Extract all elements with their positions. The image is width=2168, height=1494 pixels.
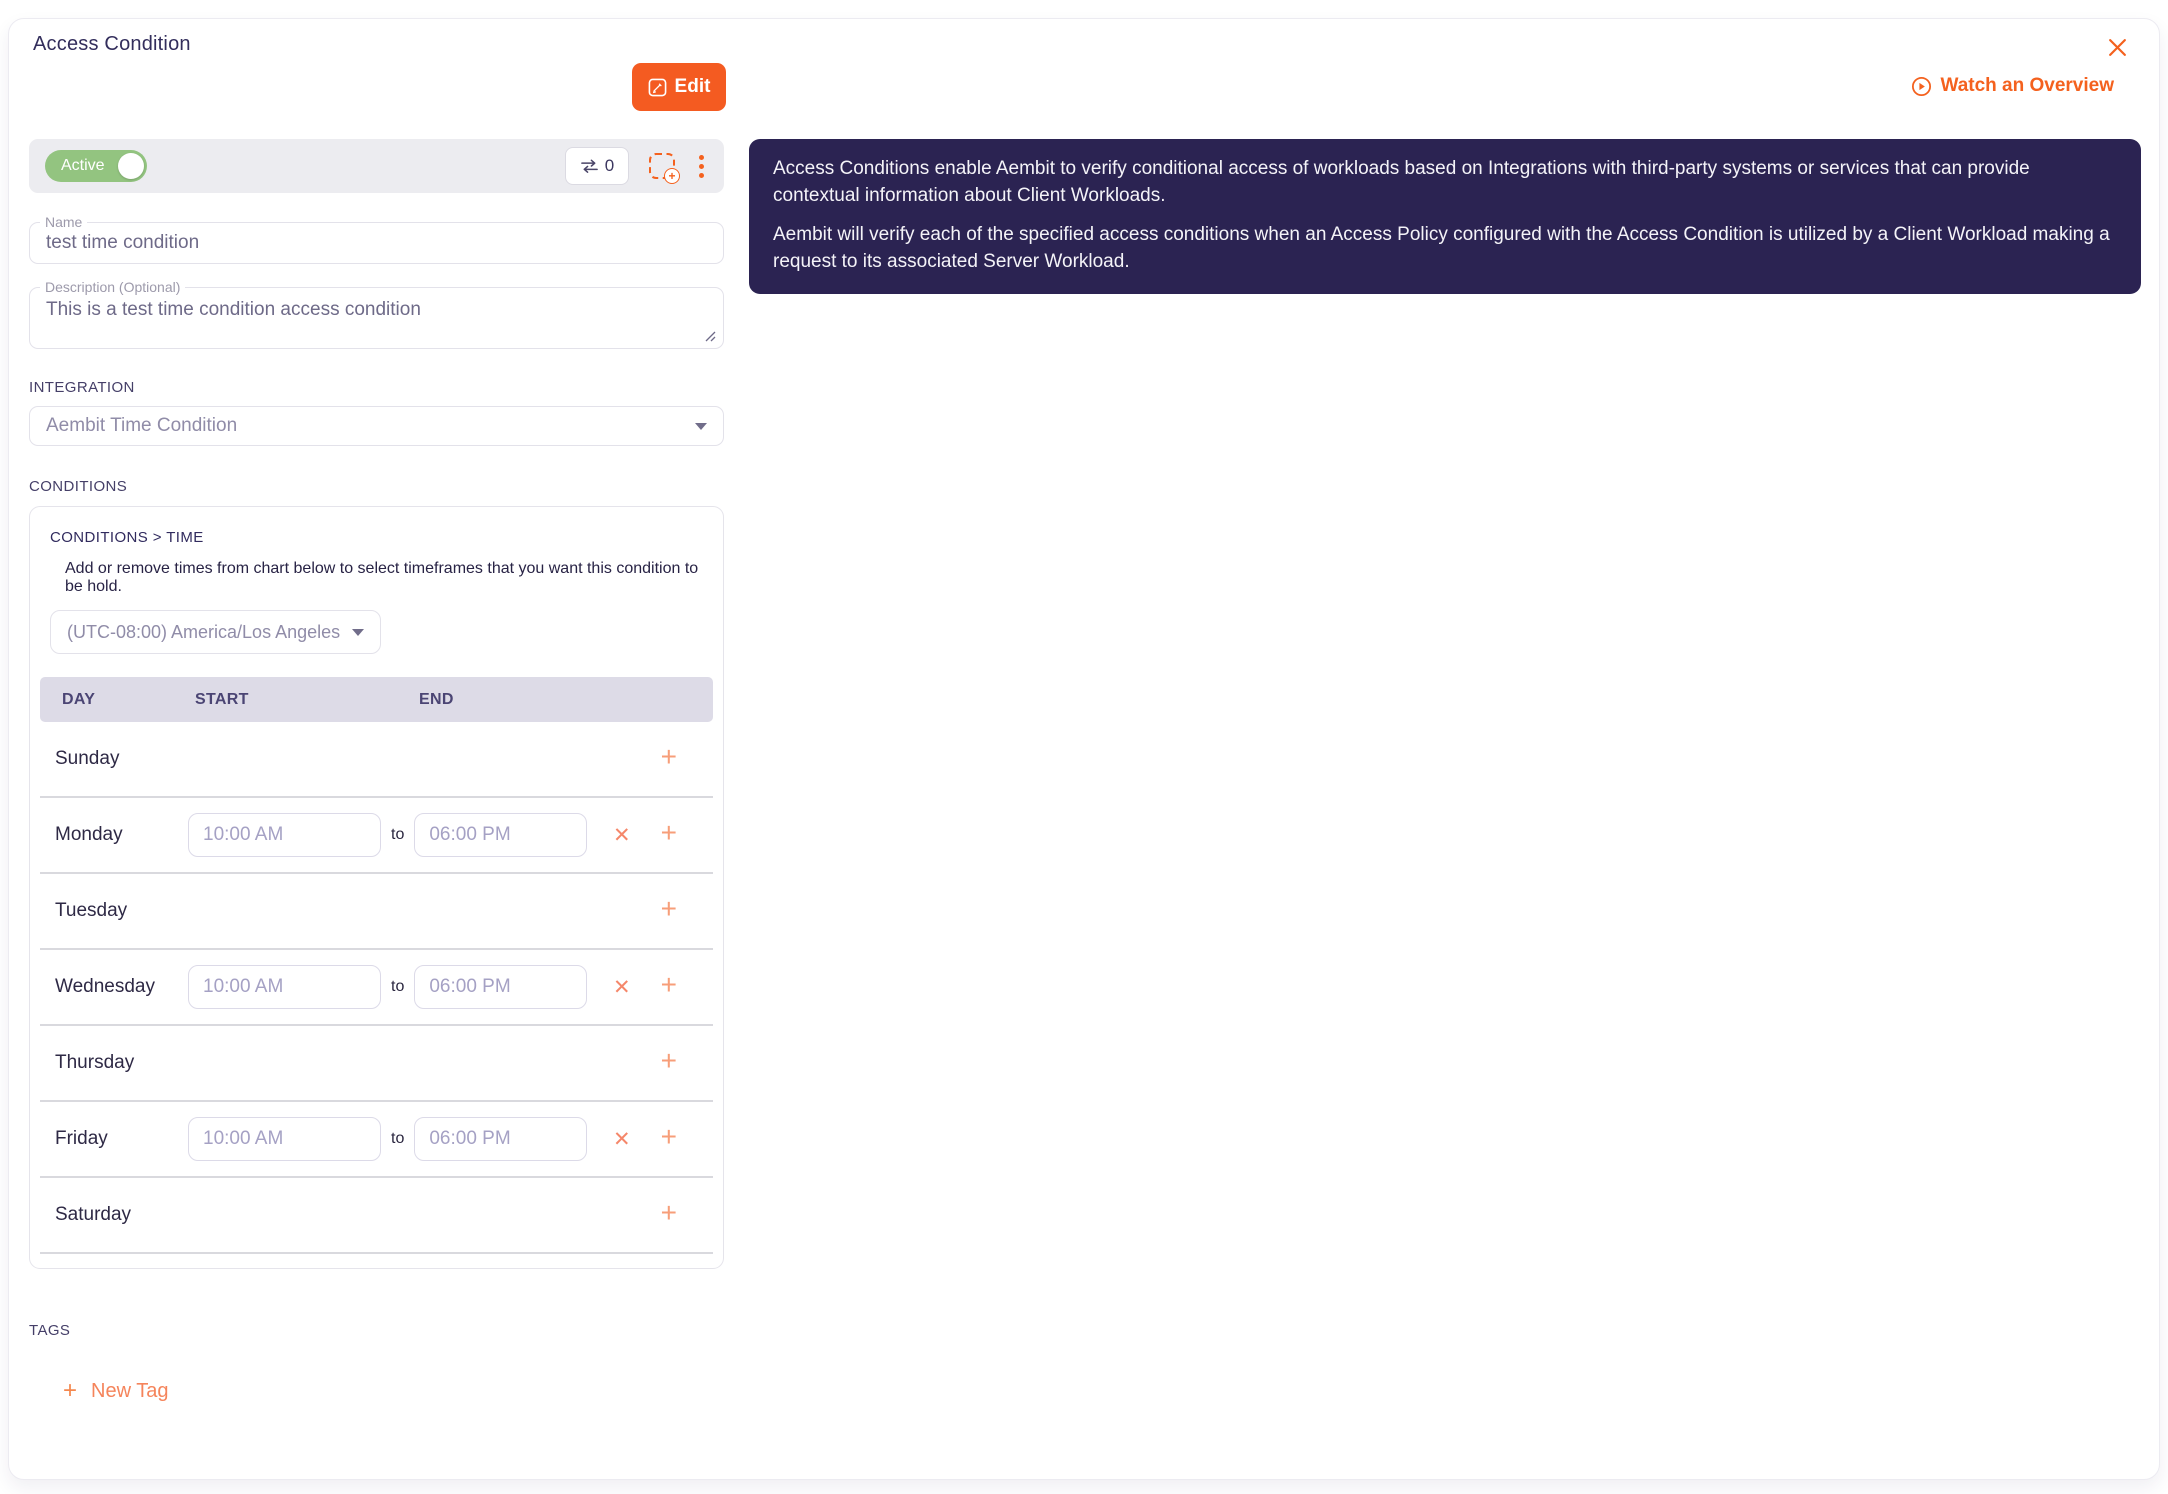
name-field-label: Name: [40, 214, 88, 230]
day-label: Wednesday: [55, 976, 155, 997]
day-label: Saturday: [55, 1204, 132, 1225]
close-button[interactable]: [2101, 31, 2133, 63]
conditions-box: CONDITIONS > TIME Add or remove times fr…: [29, 506, 724, 1269]
remove-time-button[interactable]: ✕: [611, 975, 633, 1000]
integration-select[interactable]: Aembit Time Condition: [29, 406, 724, 446]
transfer-arrows-icon: [580, 159, 598, 173]
to-label: to: [391, 826, 405, 843]
new-tag-label: New Tag: [91, 1379, 169, 1402]
row-actions: ✕ +: [611, 1123, 713, 1155]
conditions-section-label: CONDITIONS: [29, 478, 128, 495]
toolbar-icons: 0 +: [565, 147, 708, 185]
info-paragraph-2: Aembit will verify each of the specified…: [773, 224, 2110, 272]
edit-button-label: Edit: [674, 76, 711, 97]
table-row: Tuesday +: [40, 874, 713, 950]
access-condition-panel: Access Condition Edit Watch an Overview …: [8, 18, 2160, 1480]
day-label: Friday: [55, 1128, 108, 1149]
table-row: Monday to ✕ +: [40, 798, 713, 874]
condition-form: Active 0 + Name test time condition Desc…: [29, 139, 724, 1403]
add-to-policy-icon[interactable]: +: [649, 153, 680, 184]
description-field-label: Description (Optional): [40, 279, 186, 295]
start-time-input[interactable]: [188, 965, 381, 1009]
name-field-value: test time condition: [46, 232, 200, 253]
row-actions: +: [659, 895, 713, 927]
row-actions: +: [659, 1199, 713, 1231]
chevron-down-icon: [352, 628, 364, 636]
watch-overview-link[interactable]: Watch an Overview: [1911, 75, 2114, 97]
day-label: Tuesday: [55, 900, 128, 921]
active-toggle[interactable]: Active: [45, 150, 147, 182]
header-day: DAY: [62, 690, 96, 708]
end-time-input[interactable]: [414, 813, 588, 857]
edit-pencil-icon: [648, 78, 666, 96]
resize-handle-icon[interactable]: [702, 328, 716, 342]
start-time-input[interactable]: [188, 813, 381, 857]
toggle-knob: [118, 153, 144, 179]
plus-icon: +: [63, 1377, 78, 1404]
integration-section-label: INTEGRATION: [29, 379, 135, 396]
time-table-header: DAY START END: [40, 677, 713, 722]
description-field[interactable]: Description (Optional) This is a test ti…: [29, 279, 724, 349]
add-time-button[interactable]: +: [659, 1199, 679, 1231]
end-time-input[interactable]: [414, 1117, 588, 1161]
timezone-select[interactable]: (UTC-08:00) America/Los Angeles: [50, 610, 381, 654]
table-row: Friday to ✕ +: [40, 1102, 713, 1178]
info-paragraph-1: Access Conditions enable Aembit to verif…: [773, 158, 2030, 206]
timezone-select-value: (UTC-08:00) America/Los Angeles: [67, 621, 341, 642]
watch-overview-label: Watch an Overview: [1940, 75, 2114, 96]
add-time-button[interactable]: +: [659, 819, 679, 851]
page-title: Access Condition: [33, 33, 191, 55]
header-end: END: [419, 690, 454, 708]
time-range: to: [188, 1117, 588, 1161]
remove-time-button[interactable]: ✕: [611, 823, 633, 848]
integration-select-value: Aembit Time Condition: [46, 415, 238, 436]
add-time-button[interactable]: +: [659, 743, 679, 775]
new-tag-button[interactable]: + New Tag: [63, 1379, 168, 1403]
policy-count: 0: [604, 156, 615, 175]
chevron-down-icon: [695, 422, 707, 430]
day-label: Sunday: [55, 748, 120, 769]
time-range: to: [188, 965, 588, 1009]
plus-bubble-icon: +: [664, 168, 680, 184]
info-panel: Access Conditions enable Aembit to verif…: [749, 139, 2141, 295]
table-row: Thursday +: [40, 1026, 713, 1102]
end-time-input[interactable]: [414, 965, 588, 1009]
start-time-input[interactable]: [188, 1117, 381, 1161]
active-toggle-label: Active: [61, 157, 105, 174]
row-actions: ✕ +: [611, 971, 713, 1003]
row-actions: +: [659, 1047, 713, 1079]
add-time-button[interactable]: +: [659, 1047, 679, 1079]
kebab-menu-icon[interactable]: [695, 151, 708, 182]
add-time-button[interactable]: +: [659, 1123, 679, 1155]
header-start: START: [195, 690, 249, 708]
to-label: to: [391, 978, 405, 995]
row-actions: +: [659, 743, 713, 775]
time-table-body: Sunday + Monday to ✕ + Tuesday + Wednesd…: [40, 722, 713, 1254]
remove-time-button[interactable]: ✕: [611, 1127, 633, 1152]
description-field-value: This is a test time condition access con…: [46, 299, 421, 320]
status-toolbar: Active 0 +: [29, 139, 724, 193]
day-label: Monday: [55, 824, 123, 845]
edit-button[interactable]: Edit: [632, 63, 726, 111]
day-label: Thursday: [55, 1052, 135, 1073]
table-row: Wednesday to ✕ +: [40, 950, 713, 1026]
to-label: to: [391, 1130, 405, 1147]
name-field[interactable]: Name test time condition: [29, 214, 724, 264]
conditions-breadcrumb: CONDITIONS > TIME: [50, 529, 204, 546]
add-time-button[interactable]: +: [659, 971, 679, 1003]
table-row: Sunday +: [40, 722, 713, 798]
time-range: to: [188, 813, 588, 857]
add-time-button[interactable]: +: [659, 895, 679, 927]
policy-count-button[interactable]: 0: [565, 147, 629, 185]
row-actions: ✕ +: [611, 819, 713, 851]
table-row: Saturday +: [40, 1178, 713, 1254]
tags-section-label: TAGS: [29, 1322, 71, 1339]
close-icon: [2108, 38, 2126, 56]
play-circle-icon: [1912, 76, 1932, 96]
conditions-helper-text: Add or remove times from chart below to …: [65, 560, 699, 595]
time-table: DAY START END Sunday + Monday to ✕ + Tue…: [40, 677, 713, 1254]
